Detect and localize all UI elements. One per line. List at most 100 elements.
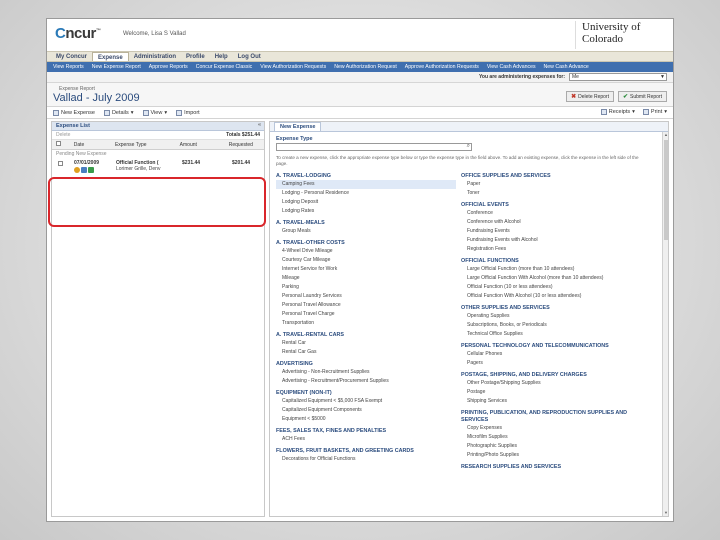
expense-type-item[interactable]: Lodging - Personal Residence: [276, 189, 456, 198]
nav-profile[interactable]: Profile: [181, 52, 210, 61]
column-amount[interactable]: Amount: [176, 142, 225, 148]
select-all-checkbox[interactable]: [56, 141, 61, 146]
report-toolbar: New Expense Details ▾ View ▾ Import Receip…: [47, 107, 673, 119]
expense-list-columns: Date Expense Type Amount Requested: [52, 140, 264, 150]
new-expense-button[interactable]: New Expense: [53, 109, 95, 116]
chevron-down-icon: ▾: [130, 109, 134, 116]
column-expense-type[interactable]: Expense Type: [111, 142, 176, 148]
expense-type-input[interactable]: ⌕: [276, 143, 472, 151]
expense-type-item[interactable]: ACH Fees: [276, 435, 456, 444]
expense-category-heading: FLOWERS, FRUIT BASKETS, AND GREETING CAR…: [276, 448, 414, 454]
search-icon[interactable]: ⌕: [467, 143, 470, 150]
expense-type-item[interactable]: Group Meals: [276, 227, 456, 236]
expense-type-item[interactable]: Conference: [461, 209, 641, 218]
subnav-new-expense-report[interactable]: New Expense Report: [88, 64, 145, 70]
expense-amount: $231.44: [182, 160, 201, 166]
expense-category-heading: OFFICE SUPPLIES AND SERVICES: [461, 173, 551, 179]
expense-type-item[interactable]: Capitalized Equipment < $5,000 FSA Exemp…: [276, 397, 456, 406]
subnav-new-cash-advance[interactable]: New Cash Advance: [540, 64, 593, 70]
subnav-view-cash-advances[interactable]: View Cash Advances: [483, 64, 540, 70]
nav-log-out[interactable]: Log Out: [233, 52, 266, 61]
expense-type-item[interactable]: Lodging Rates: [276, 207, 456, 216]
expense-type-item[interactable]: Technical Office Supplies: [461, 330, 641, 339]
expense-type-item[interactable]: Shipping Services: [461, 397, 641, 406]
expense-type-item[interactable]: Lodging Deposit: [276, 198, 456, 207]
expense-type-item[interactable]: Photographic Supplies: [461, 442, 641, 451]
expense-type-item[interactable]: Registration Fees: [461, 245, 641, 254]
expense-type-item[interactable]: Parking: [276, 283, 456, 292]
expense-type-item[interactable]: Mileage: [276, 274, 456, 283]
subnav-view-auth-requests[interactable]: View Authorization Requests: [256, 64, 330, 70]
expense-type-column-left: A. TRAVEL-LODGING Camping Fees Lodging - P…: [276, 173, 456, 464]
column-date[interactable]: Date: [70, 142, 111, 148]
admin-select[interactable]: Me ▼: [569, 73, 667, 81]
subnav-approve-auth-requests[interactable]: Approve Authorization Requests: [401, 64, 483, 70]
expense-type-item[interactable]: Advertising - Non-Recruitment Supplies: [276, 368, 456, 377]
expense-type-item[interactable]: Internet Service for Work: [276, 265, 456, 274]
submit-report-button[interactable]: ✔ Submit Report: [618, 91, 667, 102]
expense-type-item[interactable]: Cellular Phones: [461, 350, 641, 359]
collapse-icon[interactable]: «: [258, 122, 261, 128]
scroll-down-icon[interactable]: ▼: [663, 510, 669, 516]
expense-type-item[interactable]: Personal Travel Allowance: [276, 301, 456, 310]
new-expense-icon: [53, 109, 59, 116]
nav-my-concur[interactable]: My Concur: [51, 52, 92, 61]
tab-new-expense[interactable]: New Expense: [274, 122, 322, 131]
expense-type-item[interactable]: Large Official Function With Alcohol (mo…: [461, 274, 641, 283]
expense-type-item[interactable]: Rental Car: [276, 339, 456, 348]
subnav-approve-reports[interactable]: Approve Reports: [145, 64, 192, 70]
nav-help[interactable]: Help: [210, 52, 233, 61]
nav-administration[interactable]: Administration: [129, 52, 181, 61]
print-menu[interactable]: Print ▾: [642, 109, 667, 115]
expense-type-item[interactable]: Pagers: [461, 359, 641, 368]
expense-type-item[interactable]: Paper: [461, 180, 641, 189]
expense-type-item[interactable]: Official Function With Alcohol (10 or le…: [461, 292, 641, 301]
scrollbar[interactable]: ▲ ▼: [662, 132, 668, 516]
expense-type-item[interactable]: Decorations for Official Functions: [276, 455, 456, 464]
expense-type-item[interactable]: Microfilm Supplies: [461, 433, 641, 442]
subnav-new-auth-request[interactable]: New Authorization Request: [330, 64, 401, 70]
subnav-view-reports[interactable]: View Reports: [49, 64, 88, 70]
nav-expense[interactable]: Expense: [92, 52, 129, 61]
scroll-up-icon[interactable]: ▲: [663, 132, 669, 138]
expense-row[interactable]: 07/01/2009 Official Function ( Lorimer G…: [52, 158, 264, 176]
expense-type-item[interactable]: Personal Laundry Services: [276, 292, 456, 301]
highlight-annotation: [48, 177, 266, 227]
expense-type-item[interactable]: Fundraising Events with Alcohol: [461, 236, 641, 245]
receipts-menu[interactable]: Receipts ▾: [600, 109, 635, 115]
expense-type-item[interactable]: Printing/Photo Supplies: [461, 451, 641, 460]
delete-expense-button[interactable]: Delete: [56, 132, 70, 138]
expense-type-item[interactable]: Camping Fees: [276, 180, 456, 189]
expense-vendor: Lorimer Grille, Denv: [116, 166, 161, 172]
concur-logo[interactable]: Cncur™: [55, 25, 101, 42]
expense-type-item[interactable]: Other Postage/Shipping Supplies: [461, 379, 641, 388]
expense-type-item[interactable]: Conference with Alcohol: [461, 218, 641, 227]
expense-type-item[interactable]: Rental Car Gas: [276, 348, 456, 357]
expense-type-item[interactable]: 4-Wheel Drive Mileage: [276, 247, 456, 256]
expense-type-item[interactable]: Transportation: [276, 319, 456, 328]
import-button[interactable]: Import: [176, 109, 200, 116]
details-menu[interactable]: Details ▾: [103, 109, 134, 116]
expense-type-item[interactable]: Postage: [461, 388, 641, 397]
scrollbar-thumb[interactable]: [664, 140, 668, 240]
delete-report-button[interactable]: ✖ Delete Report: [566, 91, 614, 102]
expense-type-item[interactable]: Personal Travel Charge: [276, 310, 456, 319]
sub-nav: View Reports New Expense Report Approve …: [47, 62, 673, 72]
expense-type-item[interactable]: Fundraising Events: [461, 227, 641, 236]
row-checkbox[interactable]: [58, 161, 63, 166]
expense-type-item[interactable]: Equipment < $5000: [276, 415, 456, 424]
expense-type-item[interactable]: Advertising - Recruitment/Procurement Su…: [276, 377, 456, 386]
expense-type-item[interactable]: Toner: [461, 189, 641, 198]
expense-category-heading: A. TRAVEL-LODGING: [276, 173, 332, 179]
subnav-expense-classic[interactable]: Concur Expense Classic: [192, 64, 257, 70]
expense-type-item[interactable]: Official Function (10 or less attendees): [461, 283, 641, 292]
column-requested[interactable]: Requested: [225, 142, 264, 148]
submit-icon: ✔: [623, 94, 629, 100]
expense-type-item[interactable]: Courtesy Car Mileage: [276, 256, 456, 265]
expense-type-item[interactable]: Large Official Function (more than 10 at…: [461, 265, 641, 274]
expense-type-item[interactable]: Subscriptions, Books, or Periodicals: [461, 321, 641, 330]
expense-type-item[interactable]: Copy Expenses: [461, 424, 641, 433]
view-menu[interactable]: View ▾: [142, 109, 167, 116]
expense-type-item[interactable]: Operating Supplies: [461, 312, 641, 321]
expense-type-item[interactable]: Capitalized Equipment Components: [276, 406, 456, 415]
